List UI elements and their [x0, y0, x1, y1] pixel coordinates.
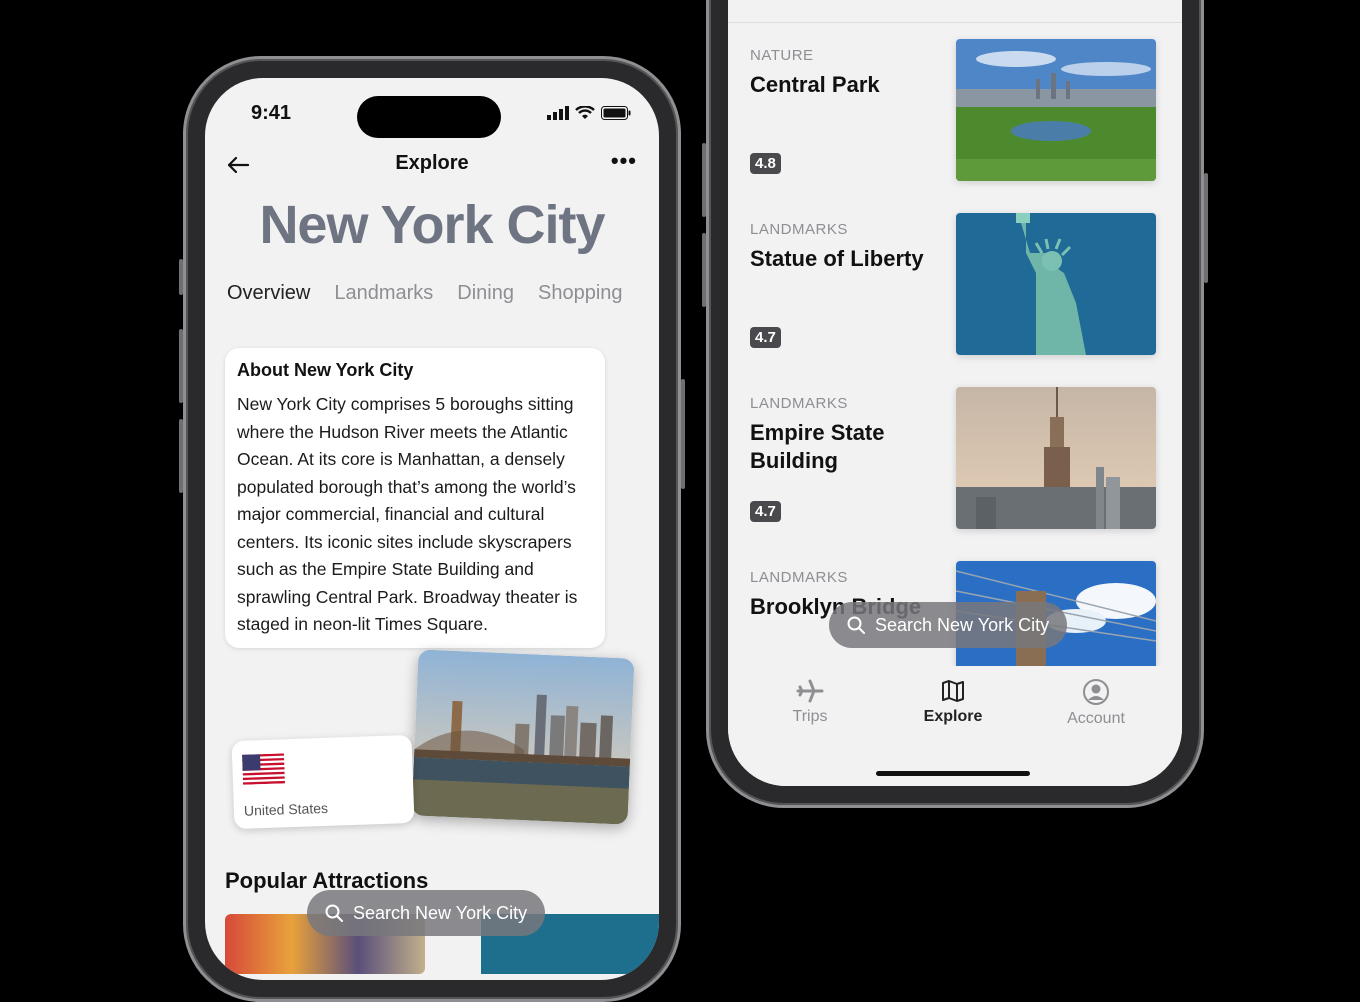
- side-button: [681, 379, 685, 489]
- attraction-name: Statue of Liberty: [750, 246, 924, 271]
- tab-dining[interactable]: Dining: [457, 282, 514, 305]
- map-icon: [942, 680, 964, 702]
- rating-badge: 4.7: [750, 327, 781, 348]
- attraction-row[interactable]: LANDMARKS Empire State Building 4.7: [728, 387, 1182, 555]
- wifi-icon: [575, 106, 595, 119]
- volume-down-button: [179, 419, 183, 493]
- status-time: 9:41: [251, 102, 292, 124]
- tab-account[interactable]: Account: [1036, 678, 1156, 728]
- section-tabs: Overview Landmarks Dining Shopping: [227, 282, 623, 305]
- search-icon: [325, 904, 343, 922]
- rating-badge: 4.8: [750, 153, 781, 174]
- nav-bar: Explore •••: [205, 148, 659, 184]
- tab-explore-label: Explore: [923, 708, 983, 725]
- more-icon[interactable]: •••: [611, 148, 637, 174]
- right-phone: NATURE Central Park 4.8 LANDMARKS Statue…: [702, 0, 1208, 808]
- nav-title: Explore: [395, 152, 469, 174]
- country-name: United States: [243, 799, 329, 819]
- volume-button: [702, 143, 706, 217]
- tab-explore[interactable]: Explore: [893, 678, 1013, 726]
- us-flag-icon: [242, 753, 286, 785]
- tab-overview[interactable]: Overview: [227, 282, 310, 305]
- search-button[interactable]: Search New York City: [829, 602, 1068, 648]
- battery-icon: [601, 106, 631, 120]
- divider: [728, 22, 1182, 23]
- brooklyn-bridge-photo: [411, 649, 635, 825]
- about-title: About New York City: [237, 360, 414, 380]
- tab-trips[interactable]: Trips: [750, 678, 870, 726]
- dynamic-island: [357, 96, 501, 138]
- tab-landmarks[interactable]: Landmarks: [334, 282, 433, 305]
- search-icon: [847, 616, 865, 634]
- side-button: [1204, 173, 1208, 283]
- airplane-icon: [796, 679, 824, 703]
- right-screen: NATURE Central Park 4.8 LANDMARKS Statue…: [728, 0, 1182, 786]
- attraction-name: Empire State Building: [750, 420, 885, 473]
- status-icons: [547, 106, 631, 120]
- attraction-category: NATURE: [750, 47, 814, 64]
- about-text: New York City comprises 5 boroughs sitti…: [237, 394, 578, 634]
- attraction-category: LANDMARKS: [750, 395, 848, 412]
- attraction-category: LANDMARKS: [750, 569, 848, 586]
- country-card[interactable]: United States: [231, 734, 415, 830]
- volume-button: [702, 233, 706, 307]
- about-card: About New York City New York City compri…: [225, 348, 605, 648]
- action-button: [179, 259, 183, 295]
- tab-trips-label: Trips: [792, 708, 828, 725]
- search-label: Search New York City: [875, 614, 1050, 635]
- search-label: Search New York City: [353, 902, 528, 923]
- rating-badge: 4.7: [750, 501, 781, 522]
- tab-shopping[interactable]: Shopping: [538, 282, 623, 305]
- left-phone: 9:41 Explore ••• New York City Overview …: [179, 56, 685, 1002]
- central-park-photo: [956, 39, 1156, 181]
- home-indicator: [876, 771, 1030, 776]
- empire-state-photo: [956, 387, 1156, 529]
- statue-of-liberty-photo: [956, 213, 1156, 355]
- tab-bar: Trips Explore Account: [728, 666, 1182, 786]
- search-button[interactable]: Search New York City: [307, 890, 546, 936]
- attraction-category: LANDMARKS: [750, 221, 848, 238]
- status-bar: 9:41: [205, 96, 659, 138]
- signal-icon: [547, 106, 569, 120]
- volume-up-button: [179, 329, 183, 403]
- attraction-name: Central Park: [750, 72, 880, 97]
- city-photo-card[interactable]: [411, 649, 635, 825]
- person-circle-icon: [1083, 679, 1109, 705]
- city-title: New York City: [259, 195, 605, 255]
- tab-account-label: Account: [1067, 710, 1125, 727]
- attraction-row[interactable]: LANDMARKS Statue of Liberty 4.7: [728, 213, 1182, 381]
- left-screen: 9:41 Explore ••• New York City Overview …: [205, 78, 659, 980]
- attraction-row[interactable]: NATURE Central Park 4.8: [728, 39, 1182, 207]
